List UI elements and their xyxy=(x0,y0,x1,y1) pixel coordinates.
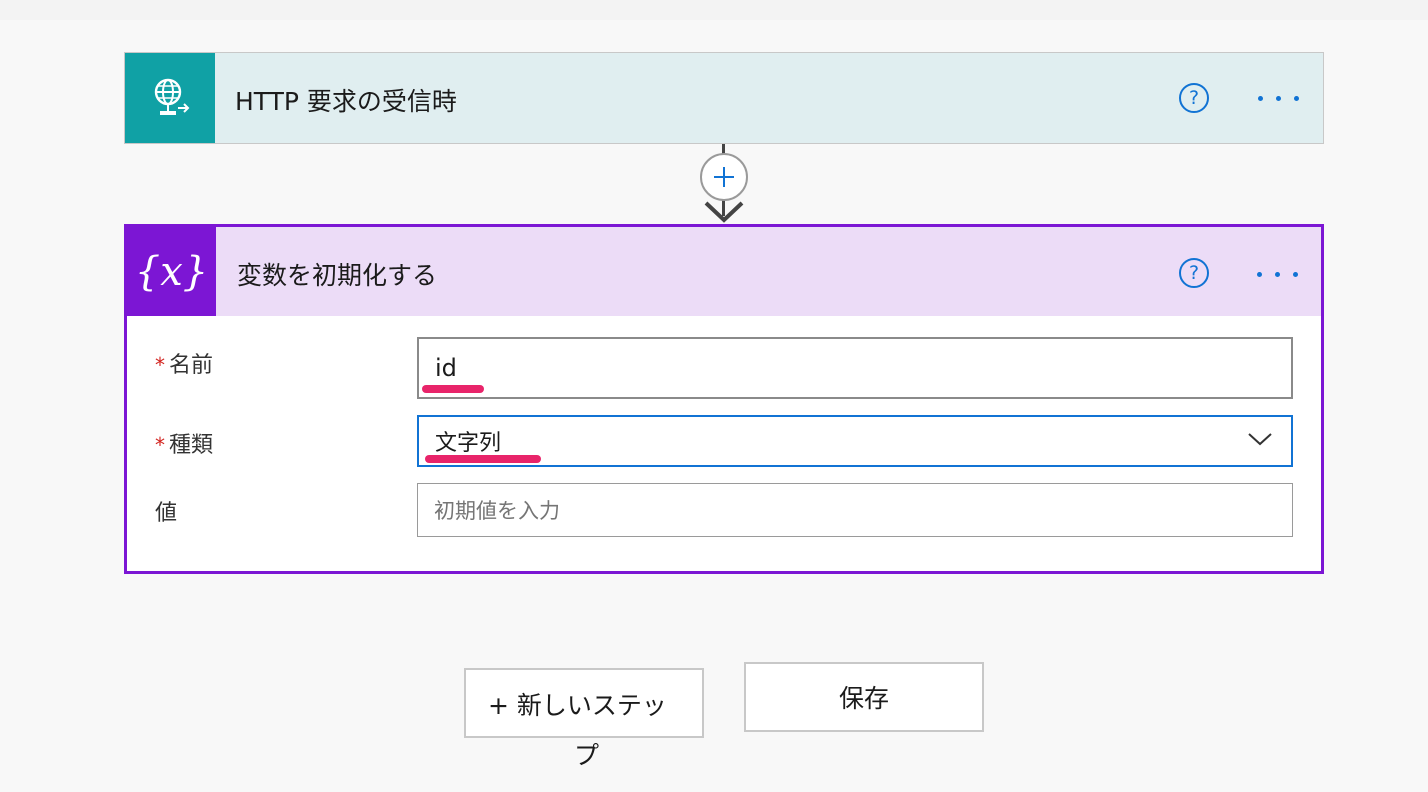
globe-request-icon xyxy=(125,53,215,143)
more-options-icon[interactable] xyxy=(1257,264,1298,284)
trigger-card-http-request[interactable]: HTTP 要求の受信時 ? xyxy=(124,52,1324,144)
name-input[interactable]: id xyxy=(417,337,1293,399)
save-button[interactable]: 保存 xyxy=(744,662,984,732)
required-mark: * xyxy=(155,353,165,377)
type-value: 文字列 xyxy=(435,431,502,456)
card-header[interactable]: {x} 変数を初期化する ? xyxy=(127,227,1321,316)
value-label: 値 xyxy=(155,501,178,526)
variable-card-title: 変数を初期化する xyxy=(237,261,438,290)
required-mark: * xyxy=(155,433,165,457)
variable-icon: {x} xyxy=(127,227,216,316)
name-label: * 名前 xyxy=(155,353,214,378)
type-label: * 種類 xyxy=(155,433,214,458)
name-value: id xyxy=(435,354,457,382)
top-toolbar-strip xyxy=(0,0,1428,20)
value-input[interactable]: 初期値を入力 xyxy=(417,483,1293,537)
more-options-icon[interactable] xyxy=(1258,88,1299,108)
annotation-underline xyxy=(425,455,541,463)
initialize-variable-card[interactable]: {x} 変数を初期化する ? * 名前 id * 種類 文字列 値 初期値を入力 xyxy=(124,224,1324,574)
chevron-down-icon xyxy=(1248,433,1272,446)
trigger-title: HTTP 要求の受信時 xyxy=(235,87,457,116)
value-placeholder: 初期値を入力 xyxy=(434,499,560,523)
plus-icon xyxy=(714,167,734,187)
arrow-down-icon xyxy=(704,201,744,223)
annotation-underline xyxy=(422,385,484,393)
insert-step-button[interactable] xyxy=(700,153,748,201)
new-step-label: + 新しいステッ プ xyxy=(488,691,667,770)
help-icon[interactable]: ? xyxy=(1179,258,1209,288)
help-icon[interactable]: ? xyxy=(1179,83,1209,113)
type-dropdown[interactable]: 文字列 xyxy=(417,415,1293,467)
